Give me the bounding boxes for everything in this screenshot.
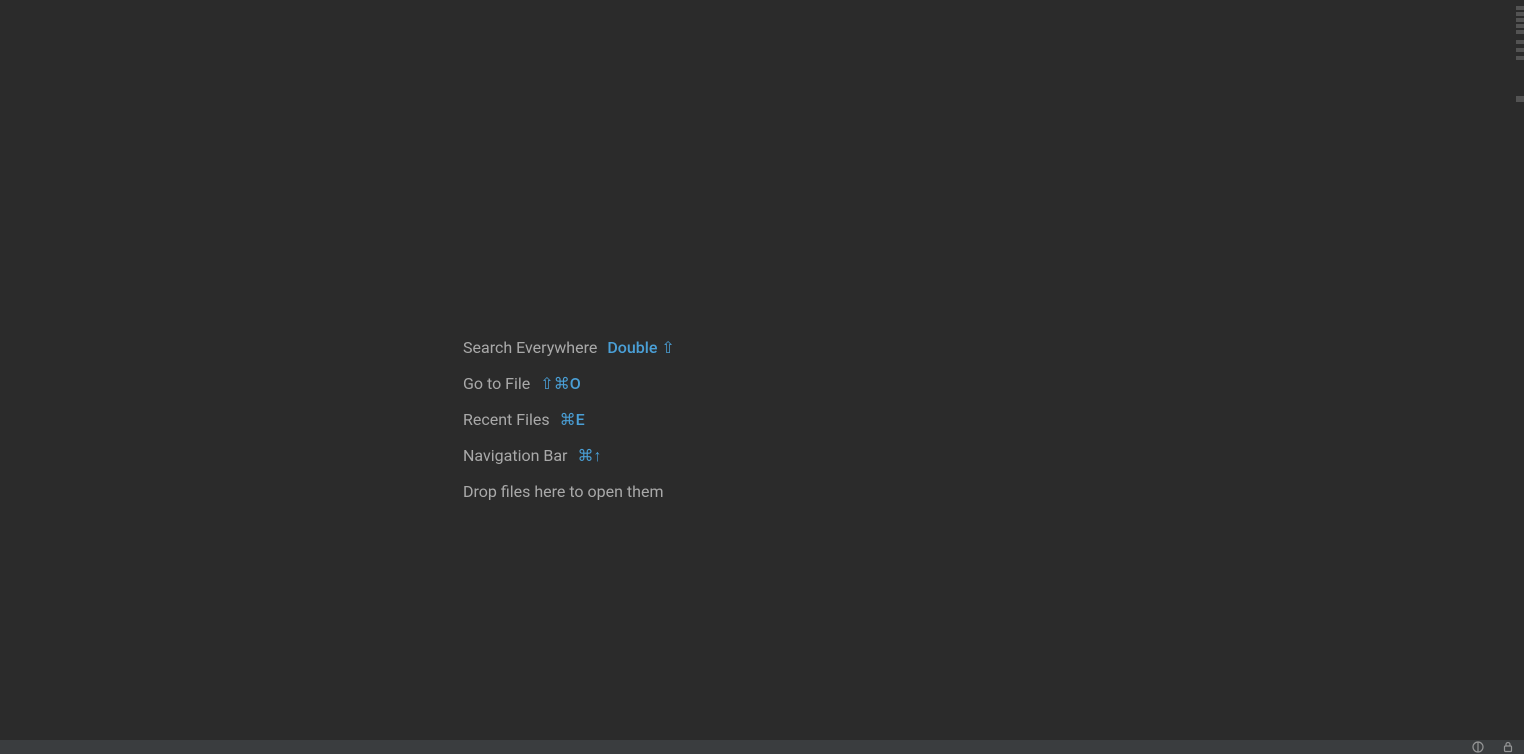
empty-editor-area[interactable]: Search Everywhere Double ⇧ Go to File ⇧⌘…	[0, 0, 1514, 740]
hint-label: Navigation Bar	[463, 446, 567, 466]
hint-search-everywhere: Search Everywhere Double ⇧	[463, 338, 675, 358]
lock-icon[interactable]	[1502, 741, 1514, 753]
status-bar	[0, 740, 1524, 754]
gutter-mark	[1516, 6, 1524, 10]
hint-navigation-bar: Navigation Bar ⌘↑	[463, 446, 675, 466]
gutter-mark	[1516, 48, 1524, 52]
hint-go-to-file: Go to File ⇧⌘O	[463, 374, 675, 394]
hint-shortcut: ⌘E	[560, 410, 585, 430]
empty-editor-hints: Search Everywhere Double ⇧ Go to File ⇧⌘…	[463, 338, 675, 502]
gutter-mark	[1516, 96, 1524, 102]
gutter-mark	[1516, 30, 1524, 34]
hint-shortcut: Double ⇧	[607, 338, 674, 358]
gutter-mark	[1516, 12, 1524, 16]
editor-right-gutter	[1514, 0, 1524, 740]
gutter-mark	[1516, 18, 1524, 22]
gutter-mark	[1516, 40, 1524, 44]
gutter-mark	[1516, 24, 1524, 28]
hint-label: Search Everywhere	[463, 338, 597, 358]
hint-recent-files: Recent Files ⌘E	[463, 410, 675, 430]
hint-drop-files: Drop files here to open them	[463, 482, 675, 502]
inspection-indicator-icon[interactable]	[1472, 741, 1484, 753]
hint-shortcut: ⌘↑	[577, 446, 601, 466]
hint-label: Recent Files	[463, 410, 550, 430]
hint-label: Drop files here to open them	[463, 482, 663, 502]
hint-label: Go to File	[463, 374, 530, 394]
hint-shortcut: ⇧⌘O	[540, 374, 580, 394]
gutter-mark	[1516, 56, 1524, 60]
